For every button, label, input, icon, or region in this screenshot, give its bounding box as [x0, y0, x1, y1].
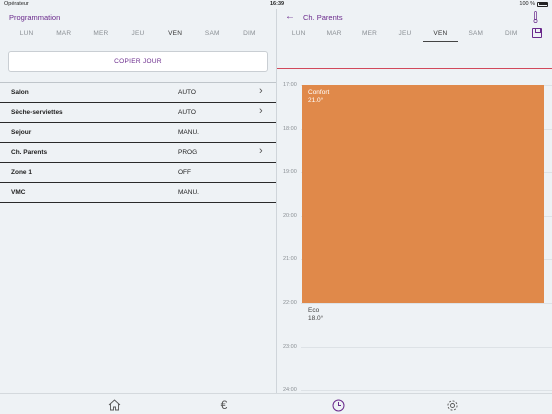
room-row[interactable]: Sèche-serviettes AUTO › — [0, 103, 276, 123]
day-tab-jeu[interactable]: JEU — [119, 30, 156, 41]
status-bar: Opérateur 16:39 100 % — [0, 0, 552, 9]
left-panel: Programmation LUN MAR MER JEU VEN SAM DIM COPI… — [0, 9, 276, 393]
hour-label: 22:00 — [283, 300, 297, 306]
current-time-line — [277, 68, 552, 69]
day-tab-sam[interactable]: SAM — [194, 30, 231, 41]
battery-icon — [537, 1, 548, 7]
room-mode: AUTO — [178, 89, 196, 96]
room-name: Salon — [11, 89, 29, 96]
room-row[interactable]: Zone 1 OFF — [0, 163, 276, 183]
schedule-timeline[interactable]: 24:00 23:00 22:00 21:00 20:00 19:00 18:00 17:00… — [277, 82, 552, 393]
room-mode: PROG — [178, 149, 198, 156]
right-panel: ← Ch. Parents LUN MAR MER JEU VEN SAM DIM 24:0… — [277, 9, 552, 393]
room-row[interactable]: Salon AUTO › — [0, 83, 276, 103]
battery-percent: 100 % — [519, 1, 535, 7]
carrier-label: Opérateur — [4, 1, 29, 7]
gear-icon[interactable] — [445, 398, 459, 412]
hour-label: 17:00 — [283, 82, 297, 88]
room-name: Sèche-serviettes — [11, 109, 63, 116]
day-tab-dim[interactable]: DIM — [231, 30, 268, 41]
room-name: Sejour — [11, 129, 32, 136]
home-icon[interactable] — [107, 398, 121, 412]
comfort-name: Confort — [308, 89, 330, 96]
day-tab-mer[interactable]: MER — [82, 30, 119, 41]
day-tab-ven[interactable]: VEN — [157, 30, 194, 41]
hour-label: 18:00 — [283, 125, 297, 132]
room-name: Ch. Parents — [11, 149, 48, 156]
room-row[interactable]: Ch. Parents PROG › — [0, 143, 276, 163]
day-selector-right: LUN MAR MER JEU VEN SAM DIM — [281, 30, 529, 42]
clock-label: 16:39 — [270, 1, 285, 7]
chevron-right-icon[interactable]: › — [259, 105, 263, 117]
room-mode: OFF — [178, 169, 191, 176]
day-selector: LUN MAR MER JEU VEN SAM DIM — [8, 30, 268, 41]
day-tab-jeu[interactable]: JEU — [387, 30, 422, 42]
euro-icon[interactable]: € — [217, 398, 231, 412]
room-name: Zone 1 — [11, 169, 32, 176]
day-tab-lun[interactable]: LUN — [8, 30, 45, 41]
room-row[interactable]: Sejour MANU. — [0, 123, 276, 143]
room-title: Ch. Parents — [303, 13, 343, 22]
day-tab-mar[interactable]: MAR — [316, 30, 351, 42]
room-list: Salon AUTO › Sèche-serviettes AUTO › Sejour MAN… — [0, 82, 276, 203]
battery-indicator: 100 % — [519, 1, 548, 7]
hour-label: 20:00 — [283, 212, 297, 219]
hour-label: 23:00 — [283, 343, 297, 350]
chevron-right-icon[interactable]: › — [259, 85, 263, 97]
eco-label: Eco 18.0° — [308, 307, 323, 323]
hour-gridline — [301, 390, 552, 392]
copy-day-button[interactable]: COPIER JOUR — [8, 51, 268, 72]
day-tab-dim[interactable]: DIM — [494, 30, 529, 42]
clock-icon[interactable] — [331, 398, 345, 412]
day-tab-lun[interactable]: LUN — [281, 30, 316, 42]
comfort-block[interactable]: Confort 21.0° — [302, 85, 544, 303]
chevron-right-icon[interactable]: › — [259, 145, 263, 157]
comfort-temp: 21.0° — [308, 97, 324, 104]
room-mode: MANU. — [178, 129, 199, 136]
room-name: VMC — [11, 189, 26, 196]
room-mode: AUTO — [178, 109, 196, 116]
eco-name: Eco — [308, 307, 320, 314]
day-tab-sam[interactable]: SAM — [458, 30, 493, 42]
hour-label: 19:00 — [283, 169, 297, 176]
thermometer-icon[interactable] — [533, 11, 538, 23]
page-title: Programmation — [9, 13, 61, 22]
room-row[interactable]: VMC MANU. — [0, 183, 276, 203]
back-arrow-icon[interactable]: ← — [285, 11, 295, 22]
hour-gridline — [301, 346, 552, 348]
eco-temp: 18.0° — [308, 315, 324, 322]
hour-gridline — [301, 303, 552, 304]
day-tab-mer[interactable]: MER — [352, 30, 387, 42]
day-tab-mar[interactable]: MAR — [45, 30, 82, 41]
comfort-label: Confort 21.0° — [308, 89, 329, 105]
day-tab-ven[interactable]: VEN — [422, 30, 459, 42]
tab-bar: € — [0, 393, 552, 414]
room-mode: MANU. — [178, 189, 199, 196]
save-icon[interactable] — [532, 28, 542, 38]
hour-label: 21:00 — [283, 256, 297, 263]
